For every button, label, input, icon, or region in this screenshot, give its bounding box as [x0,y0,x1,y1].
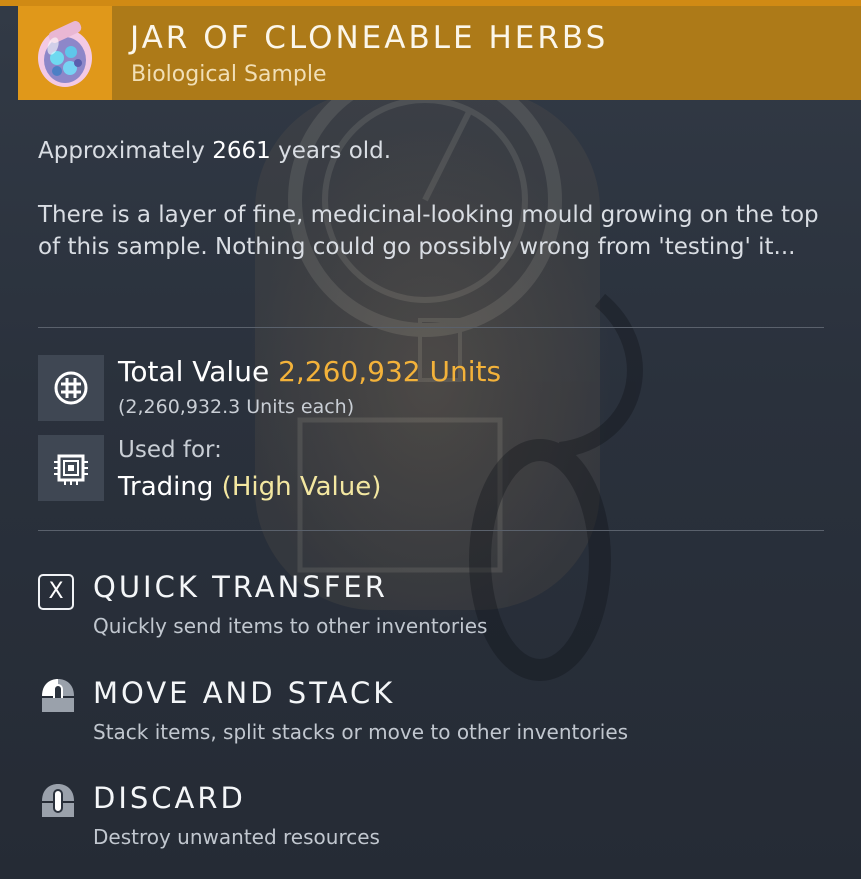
item-category: Biological Sample [131,62,327,87]
item-tooltip-panel: JAR OF CLONEABLE HERBS Biological Sample… [0,0,861,879]
action-discard[interactable]: DISCARD Destroy unwanted resources [38,781,824,859]
usage-icon-box [38,435,104,501]
item-header: JAR OF CLONEABLE HERBS Biological Sample [18,6,861,100]
action-subtitle: Destroy unwanted resources [93,825,380,849]
used-for-value: Trading (High Value) [118,472,381,502]
item-icon-box [18,6,112,100]
age-suffix: years old. [270,138,392,164]
action-subtitle: Quickly send items to other inventories [93,614,488,638]
mouse-left-button-icon [42,679,74,712]
action-title: DISCARD [93,781,246,815]
item-description: There is a layer of fine, medicinal-look… [38,202,819,260]
age-value: 2661 [212,138,271,164]
age-prefix: Approximately [38,138,213,164]
action-quick-transfer[interactable]: X QUICK TRANSFER Quickly send items to o… [38,570,824,648]
mouse-middle-button-icon [42,784,74,817]
action-title: MOVE AND STACK [93,676,396,710]
item-title: JAR OF CLONEABLE HERBS [130,20,609,56]
value-icon-box [38,355,104,421]
chip-icon [54,454,88,485]
action-subtitle: Stack items, split stacks or move to oth… [93,720,629,744]
keycap-x-icon: X [38,574,74,610]
use-qualifier: (High Value) [221,472,382,502]
herb-jar-icon [38,21,92,87]
unit-value-each: (2,260,932.3 Units each) [118,396,355,418]
divider-bottom [38,530,824,531]
total-value: Total Value 2,260,932 Units [118,355,501,388]
use-type: Trading [118,472,222,502]
action-move-and-stack[interactable]: MOVE AND STACK Stack items, split stacks… [38,676,824,754]
item-age: Approximately 2661 years old. [38,138,391,164]
used-for-label: Used for: [118,437,222,463]
total-value-label: Total Value [118,355,279,388]
divider-top [38,327,824,328]
total-value-amount: 2,260,932 Units [278,355,502,388]
action-title: QUICK TRANSFER [93,570,388,604]
units-currency-icon [54,371,88,405]
